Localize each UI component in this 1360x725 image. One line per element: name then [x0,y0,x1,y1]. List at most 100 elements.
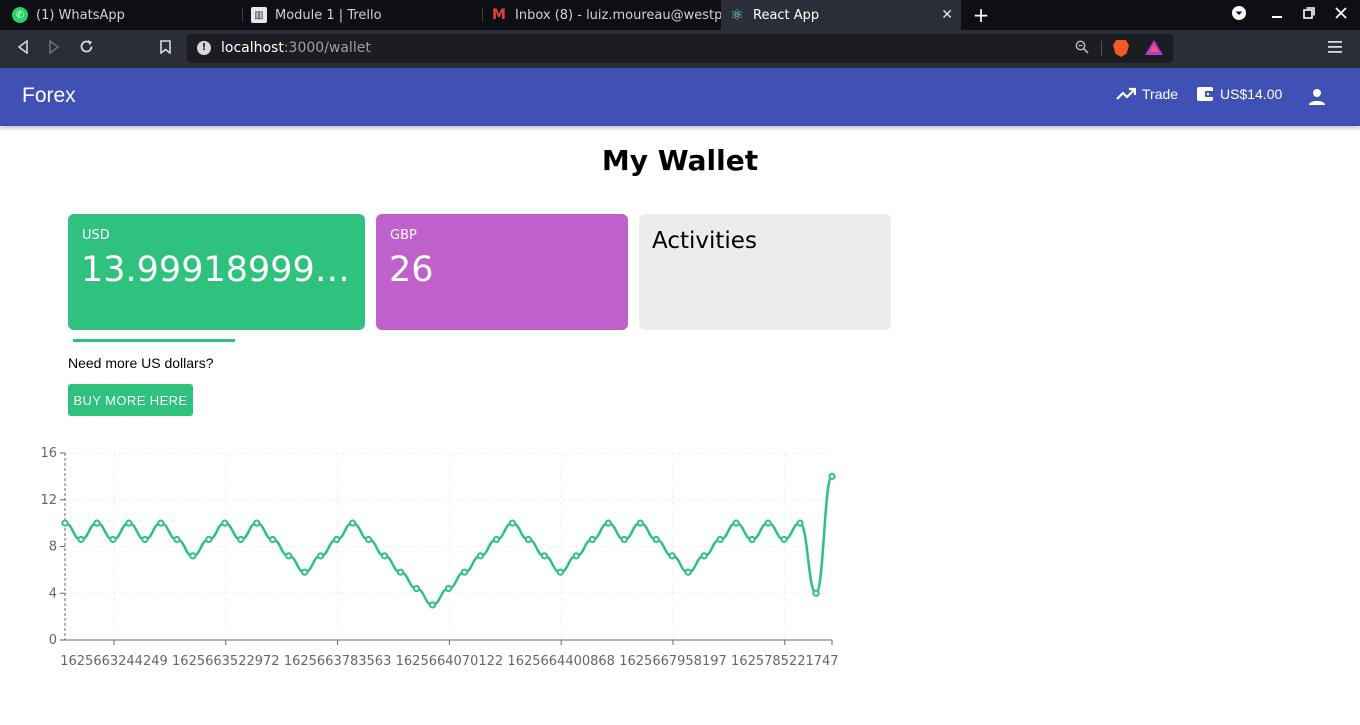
data-point [77,535,85,544]
usd-card-label: USD [82,228,110,243]
tab-whatsapp[interactable]: ✆ (1) WhatsApp [0,0,243,30]
gbp-balance-card[interactable]: GBP 26 [376,214,628,330]
data-point [668,552,676,560]
data-point [380,552,389,560]
data-point [333,535,341,544]
x-tick-label: 1625667958197 [619,654,727,669]
x-tick-label: 1625663522972 [172,654,280,669]
data-point [700,552,708,560]
data-point [428,601,437,609]
data-point [349,519,357,527]
y-tick-label: 8 [49,540,57,555]
trade-nav-button[interactable]: Trade [1116,86,1178,102]
data-point [796,519,804,527]
brand-logo[interactable]: Forex [22,84,76,108]
data-point [572,552,580,560]
tab-react-app[interactable]: ⚛ React App ✕ [721,0,961,30]
gmail-icon: M [492,7,506,23]
reload-icon[interactable] [75,38,97,60]
y-tick-label: 12 [40,493,57,508]
data-point [141,535,149,544]
data-point [460,568,469,576]
data-point [317,552,325,560]
tab-title: React App [753,7,820,23]
account-icon [1309,89,1325,105]
data-point [492,535,501,544]
y-tick-label: 0 [49,633,57,648]
data-point [828,472,836,480]
bookmark-icon[interactable] [154,38,176,60]
tab-list-dropdown-icon[interactable] [1229,5,1249,25]
browser-toolbar: ! localhost:3000/wallet [0,30,1360,68]
data-point [476,552,485,560]
data-point [125,519,133,527]
zoom-icon[interactable] [1075,40,1089,58]
url-text: localhost:3000/wallet [221,40,371,56]
data-point [173,535,181,544]
data-point [205,535,213,544]
brave-shields-icon[interactable] [1113,40,1129,57]
data-point [604,519,612,527]
need-more-text: Need more US dollars? [68,355,214,371]
react-icon: ⚛ [730,6,744,24]
data-point [780,535,788,544]
new-tab-icon[interactable]: + [970,4,992,26]
trade-label: Trade [1142,86,1179,102]
x-tick-label: 1625664070122 [396,654,504,669]
data-point [524,535,532,544]
data-point [588,535,596,544]
address-bar[interactable]: ! localhost:3000/wallet [187,34,1173,63]
wallet-nav-button[interactable]: US$14.00 [1196,86,1282,102]
site-info-icon[interactable]: ! [197,41,211,55]
trending-up-icon [1116,87,1136,100]
url-host: localhost [221,40,284,56]
close-tab-icon[interactable]: ✕ [941,7,953,23]
data-point [253,519,261,527]
wallet-icon [1197,87,1214,101]
minimize-icon[interactable] [1267,5,1287,25]
data-point [636,519,644,527]
whatsapp-icon: ✆ [12,7,28,23]
page-title: My Wallet [601,144,759,177]
close-window-icon[interactable] [1331,5,1351,25]
data-point [396,568,405,576]
activities-card[interactable]: Activities [639,214,891,330]
tab-title: Inbox (8) - luiz.moureau@westpoi [515,7,721,23]
hamburger-menu-icon[interactable] [1328,38,1342,57]
gbp-card-value: 26 [389,250,434,290]
account-button[interactable] [1308,88,1332,106]
tab-title: (1) WhatsApp [36,7,125,23]
data-point [157,519,165,527]
x-tick-label: 1625663244249 [60,654,168,669]
data-point [684,568,692,576]
data-point [764,519,772,527]
data-point [652,535,660,544]
data-point [732,519,740,527]
brave-rewards-icon[interactable] [1145,40,1163,55]
data-point [540,552,548,560]
url-path: :3000/wallet [283,40,371,56]
y-tick-label: 16 [40,446,57,461]
trello-icon: ▥ [251,7,267,23]
data-point [61,519,69,527]
data-point [716,535,724,544]
back-icon[interactable] [12,38,34,60]
data-point [285,552,293,560]
y-tick-label: 4 [49,586,57,601]
x-tick-label: 1625664400868 [507,654,615,669]
selected-card-indicator [73,339,235,342]
forward-icon[interactable] [43,38,65,60]
usd-balance-card[interactable]: USD 13.999189999... [68,214,365,330]
tab-gmail[interactable]: M Inbox (8) - luiz.moureau@westpoi [483,0,721,30]
x-tick-label: 1625785221747 [731,654,839,669]
buy-more-button[interactable]: BUY MORE HERE [68,384,193,416]
activities-title: Activities [652,228,757,254]
data-point [269,535,277,544]
tab-trello[interactable]: ▥ Module 1 | Trello [243,0,483,30]
data-point [237,535,245,544]
usd-card-value: 13.999189999... [81,250,353,290]
restore-icon[interactable] [1299,5,1319,25]
wallet-balance: US$14.00 [1220,86,1283,102]
balance-line-chart: 0 4 8 12 16 1625663244249 1625663522972 1625663… [40,446,839,669]
data-point [748,535,756,544]
